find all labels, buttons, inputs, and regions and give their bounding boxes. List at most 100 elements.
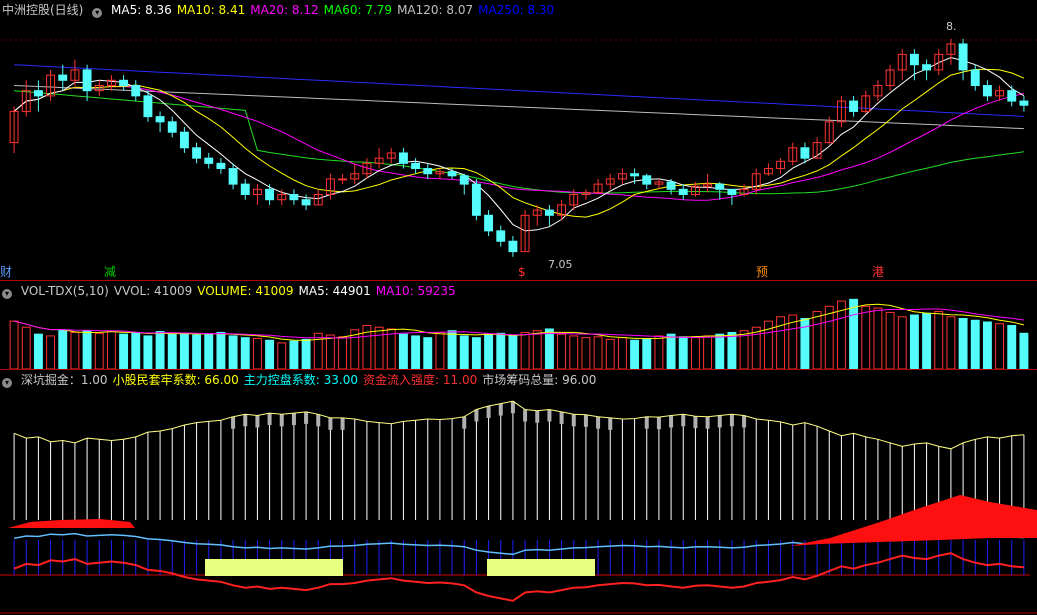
candle-body bbox=[1007, 90, 1017, 102]
volume-bar bbox=[106, 331, 116, 369]
chip-top-block bbox=[462, 416, 467, 429]
volume-bar bbox=[666, 333, 676, 369]
chip-top-block bbox=[474, 409, 479, 422]
candle-body bbox=[167, 121, 177, 133]
ma120-line bbox=[14, 85, 1024, 130]
ma60-line bbox=[14, 90, 1024, 195]
candle-body bbox=[216, 162, 226, 170]
price-panel-header: 中洲控股(日线) ▾ MA5: 8.36 MA10: 8.41 MA20: 8.12… bbox=[2, 2, 564, 18]
indicator-label-1: 小股民套牢系数: 66.00 bbox=[112, 373, 239, 387]
deep-pit-zone bbox=[205, 559, 343, 576]
candle-body bbox=[143, 95, 153, 118]
volume-bar bbox=[995, 323, 1005, 369]
chip-top-block bbox=[669, 415, 674, 428]
price-indicator-label-5: MA250: 8.30 bbox=[478, 3, 555, 17]
volume-bar bbox=[812, 311, 822, 369]
volume-bar bbox=[70, 331, 80, 369]
candle-body bbox=[666, 181, 676, 190]
candle-body bbox=[33, 90, 43, 97]
candle-body bbox=[289, 194, 299, 201]
price-indicator-label-3: MA60: 7.79 bbox=[323, 3, 393, 17]
chip-top-block bbox=[486, 405, 491, 418]
candle-body bbox=[922, 64, 932, 71]
marker-dollar[interactable]: $ bbox=[518, 265, 526, 279]
indicator-label-2: 主力控盘系数: 33.00 bbox=[243, 373, 358, 387]
candle-body bbox=[459, 175, 469, 185]
volume-bar bbox=[617, 337, 627, 369]
volume-bar bbox=[496, 332, 506, 369]
indicator-chart-panel[interactable]: ▾ 深坑掘金：1.00 小股民套牢系数: 66.00 主力控盘系数: 33.00 资金… bbox=[0, 370, 1037, 615]
chevron-down-icon[interactable]: ▾ bbox=[92, 8, 103, 18]
volume-bar bbox=[897, 316, 907, 369]
volume-bar bbox=[411, 335, 421, 369]
chevron-down-icon[interactable]: ▾ bbox=[2, 289, 12, 299]
indicator-label-4: 市场筹码总量: 96.00 bbox=[482, 373, 597, 387]
chip-top-block bbox=[523, 409, 528, 422]
volume-bar bbox=[240, 337, 250, 369]
volume-bar bbox=[849, 298, 859, 369]
chip-top-block bbox=[608, 417, 613, 430]
deep-pit-zone bbox=[487, 559, 595, 576]
volume-bar bbox=[179, 332, 189, 369]
volume-bar bbox=[82, 330, 92, 369]
chevron-down-icon[interactable]: ▾ bbox=[2, 378, 12, 388]
price-chart-panel[interactable]: 中洲控股(日线) ▾ MA5: 8.36 MA10: 8.41 MA20: 8.12… bbox=[0, 0, 1037, 280]
volume-bar bbox=[654, 335, 664, 369]
period-low-label: 7.05 bbox=[548, 258, 573, 271]
volume-bar bbox=[277, 342, 287, 369]
volume-bar bbox=[715, 333, 725, 369]
volume-bar bbox=[398, 333, 408, 369]
volume-bar bbox=[143, 335, 153, 369]
candle-body bbox=[496, 230, 506, 242]
candle-body bbox=[849, 100, 859, 112]
volume-bar bbox=[9, 320, 19, 369]
volume-panel-header: ▾ VOL-TDX(5,10) VVOL: 41009 VOLUME: 41009 M… bbox=[2, 283, 466, 299]
candle-body bbox=[179, 131, 189, 149]
candle-body bbox=[411, 162, 421, 170]
volume-bar bbox=[824, 305, 834, 369]
volume-bar bbox=[338, 336, 348, 369]
price-chart-canvas bbox=[0, 38, 1037, 257]
candle-body bbox=[398, 152, 408, 164]
volume-bar bbox=[325, 334, 335, 369]
indicator-panel-header: ▾ 深坑掘金：1.00 小股民套牢系数: 66.00 主力控盘系数: 33.00 资金… bbox=[2, 372, 606, 388]
marker-forecast[interactable]: 预 bbox=[756, 265, 768, 279]
volume-bar bbox=[934, 311, 944, 369]
volume-bar bbox=[301, 338, 311, 369]
candle-body bbox=[642, 175, 652, 185]
volume-bar bbox=[216, 331, 226, 369]
volume-chart-panel[interactable]: ▾ VOL-TDX(5,10) VVOL: 41009 VOLUME: 41009 M… bbox=[0, 281, 1037, 369]
candle-body bbox=[471, 183, 481, 216]
volume-bar bbox=[204, 333, 214, 369]
candle-body bbox=[265, 188, 275, 201]
candle-body bbox=[715, 183, 725, 190]
volume-bar bbox=[958, 318, 968, 369]
candle-body bbox=[678, 188, 688, 196]
chip-top-block bbox=[644, 416, 649, 429]
chip-top-block bbox=[596, 416, 601, 429]
volume-bar bbox=[252, 338, 262, 369]
marker-hk[interactable]: 港 bbox=[872, 265, 884, 279]
marker-finance[interactable]: 财 bbox=[0, 265, 12, 279]
price-indicator-label-1: MA10: 8.41 bbox=[176, 3, 246, 17]
candle-body bbox=[423, 168, 433, 175]
volume-bar bbox=[1019, 332, 1029, 369]
chip-top-block bbox=[559, 411, 564, 424]
volume-bar bbox=[630, 339, 640, 369]
inflow-area bbox=[8, 519, 135, 528]
candle-body bbox=[338, 178, 348, 181]
volume-bar bbox=[313, 332, 323, 369]
candle-body bbox=[982, 84, 992, 97]
candle-body bbox=[484, 214, 494, 232]
marker-reduce[interactable]: 减 bbox=[104, 265, 116, 279]
volume-bar bbox=[593, 336, 603, 369]
volume-bar bbox=[192, 334, 202, 369]
volume-indicator-label-1: VVOL: 41009 bbox=[113, 284, 193, 298]
volume-bar bbox=[471, 337, 481, 369]
volume-bar bbox=[739, 330, 749, 369]
volume-bar bbox=[678, 336, 688, 369]
volume-bar bbox=[447, 330, 457, 369]
candle-body bbox=[630, 173, 640, 177]
trap-coefficient-line bbox=[13, 400, 1024, 450]
candle-body bbox=[301, 199, 311, 206]
